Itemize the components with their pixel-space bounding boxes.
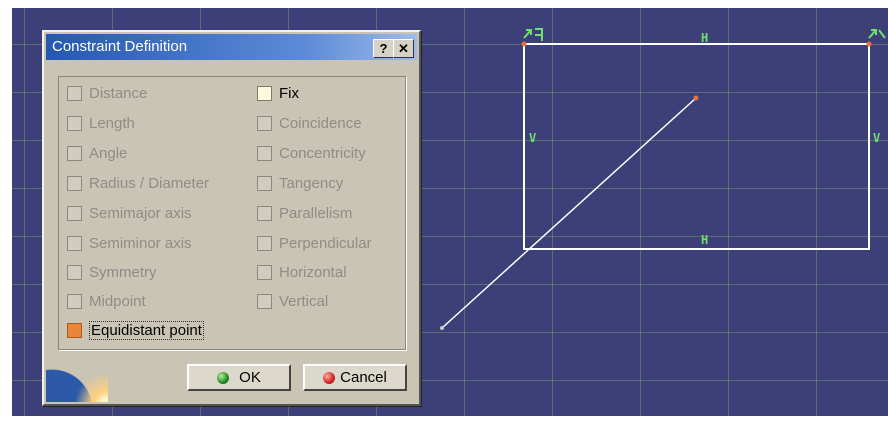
checkbox-box[interactable] (67, 322, 82, 338)
semimajor-axis-checkbox[interactable]: Semimajor axis (67, 203, 192, 223)
cancel-button[interactable]: Cancel (303, 364, 407, 391)
checkbox-box[interactable] (257, 264, 272, 280)
line-start-point[interactable] (440, 326, 444, 330)
equidistant-point-checkbox[interactable]: Equidistant point (67, 320, 204, 340)
option-label: Fix (279, 84, 299, 102)
coincidence-checkbox[interactable]: Coincidence (257, 113, 362, 133)
vertical-constraint-left[interactable]: V (529, 132, 536, 144)
corner-constraint-icon[interactable] (522, 26, 546, 44)
midpoint-checkbox[interactable]: Midpoint (67, 291, 146, 311)
radius-diameter-checkbox[interactable]: Radius / Diameter (67, 173, 209, 193)
checkbox-box[interactable] (67, 85, 82, 101)
option-label: Length (89, 114, 135, 132)
corner-constraint-icon-right[interactable] (867, 26, 887, 44)
fix-checkbox[interactable]: Fix (257, 83, 299, 103)
dialog-logo-graphic (46, 364, 108, 402)
vertical-constraint-right[interactable]: V (873, 132, 880, 144)
distance-checkbox[interactable]: Distance (67, 83, 147, 103)
checkbox-box[interactable] (257, 145, 272, 161)
option-label: Midpoint (89, 292, 146, 310)
angle-checkbox[interactable]: Angle (67, 143, 127, 163)
close-button[interactable]: ✕ (393, 39, 414, 58)
option-label: Radius / Diameter (89, 174, 210, 192)
constraint-definition-dialog: Constraint Definition ? ✕ Distance Lengt… (42, 30, 421, 406)
constraint-options-group: Distance Length Angle Radius / Diameter … (58, 76, 406, 350)
cancel-icon (323, 371, 336, 384)
length-checkbox[interactable]: Length (67, 113, 135, 133)
ok-button[interactable]: OK (187, 364, 291, 391)
option-label: Semimajor axis (89, 204, 192, 222)
horizontal-constraint-bottom[interactable]: H (701, 234, 708, 246)
dialog-title: Constraint Definition (52, 38, 188, 55)
option-label: Tangency (279, 174, 344, 192)
dialog-titlebar[interactable]: Constraint Definition ? ✕ (46, 34, 417, 60)
line-end-point[interactable] (693, 95, 699, 101)
vertical-checkbox[interactable]: Vertical (257, 291, 328, 311)
checkbox-box[interactable] (67, 235, 82, 251)
option-label: Semiminor axis (89, 234, 192, 252)
checkbox-box[interactable] (257, 235, 272, 251)
checkbox-box[interactable] (67, 264, 82, 280)
cancel-label: Cancel (340, 369, 387, 386)
checkbox-box[interactable] (257, 175, 272, 191)
option-label: Parallelism (279, 204, 353, 222)
checkbox-box[interactable] (257, 85, 272, 101)
parallelism-checkbox[interactable]: Parallelism (257, 203, 352, 223)
ok-label: OK (239, 369, 261, 386)
option-label: Horizontal (279, 263, 347, 281)
ok-icon (217, 371, 230, 384)
checkbox-box[interactable] (257, 205, 272, 221)
checkbox-box[interactable] (257, 115, 272, 131)
checkbox-box[interactable] (67, 175, 82, 191)
option-label: Angle (89, 144, 128, 162)
tangency-checkbox[interactable]: Tangency (257, 173, 343, 193)
symmetry-checkbox[interactable]: Symmetry (67, 262, 157, 282)
diagonal-line[interactable] (441, 97, 697, 329)
help-button[interactable]: ? (373, 39, 394, 58)
option-label: Perpendicular (279, 234, 372, 252)
checkbox-box[interactable] (67, 205, 82, 221)
checkbox-box[interactable] (67, 145, 82, 161)
horizontal-constraint-top[interactable]: H (701, 32, 708, 44)
option-label: Coincidence (279, 114, 362, 132)
checkbox-box[interactable] (67, 293, 82, 309)
horizontal-checkbox[interactable]: Horizontal (257, 262, 347, 282)
semiminor-axis-checkbox[interactable]: Semiminor axis (67, 233, 192, 253)
concentricity-checkbox[interactable]: Concentricity (257, 143, 366, 163)
option-label: Distance (89, 84, 148, 102)
checkbox-box[interactable] (67, 115, 82, 131)
option-label: Symmetry (89, 263, 157, 281)
rectangle-profile[interactable] (523, 43, 870, 250)
perpendicular-checkbox[interactable]: Perpendicular (257, 233, 372, 253)
option-label: Equidistant point (89, 320, 204, 340)
checkbox-box[interactable] (257, 293, 272, 309)
option-label: Concentricity (279, 144, 366, 162)
option-label: Vertical (279, 292, 329, 310)
